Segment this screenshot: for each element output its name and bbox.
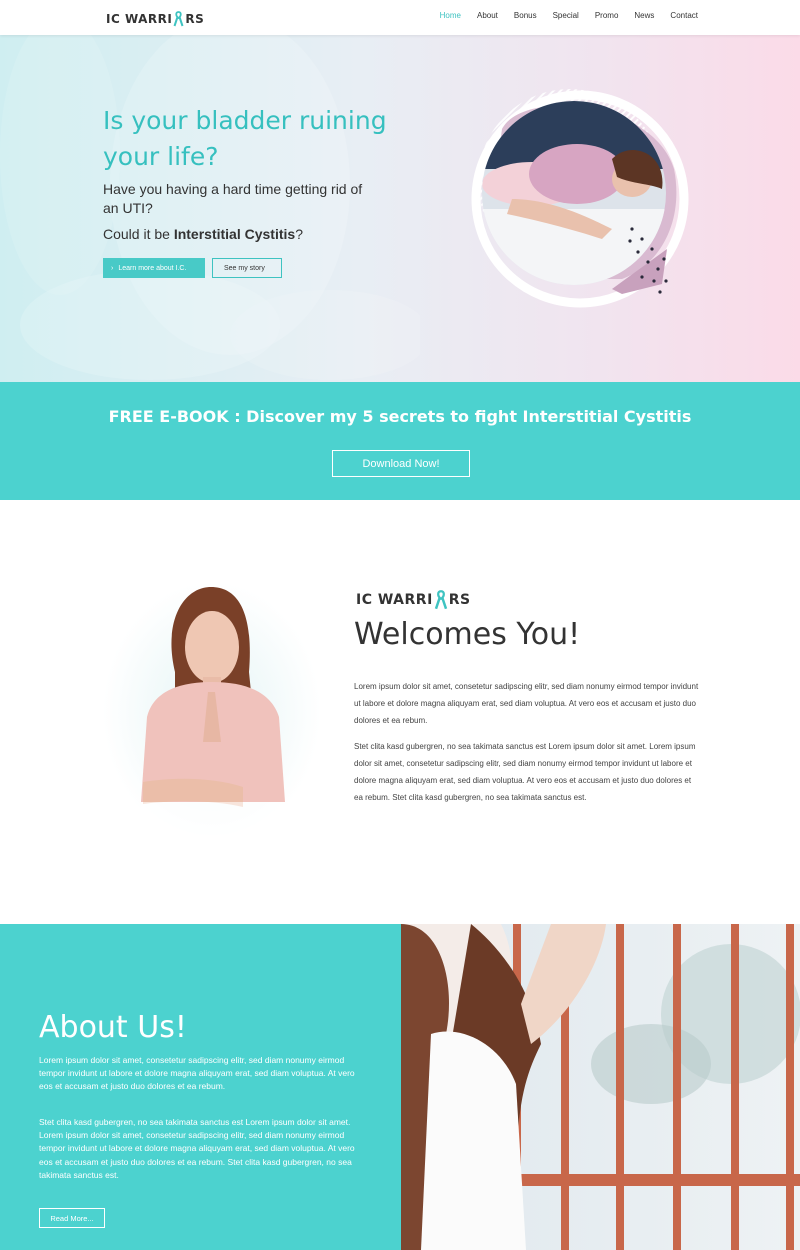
read-more-button[interactable]: Read More... bbox=[39, 1208, 105, 1228]
hero-question: Could it be Interstitial Cystitis? bbox=[103, 226, 303, 242]
see-my-story-button[interactable]: See my story bbox=[212, 258, 282, 278]
nav-item-contact[interactable]: Contact bbox=[670, 11, 698, 20]
hero-question-bold: Interstitial Cystitis bbox=[173, 226, 296, 242]
chevron-right-icon: › bbox=[111, 264, 114, 272]
welcome-logo-text-end: RS bbox=[448, 592, 471, 608]
nav-item-bonus[interactable]: Bonus bbox=[514, 11, 537, 20]
about-title: About Us! bbox=[39, 1010, 187, 1045]
learn-more-label: Learn more about I.C. bbox=[118, 264, 187, 272]
about-woman-photo bbox=[401, 924, 800, 1250]
main-menu: Home About Bonus Special Promo News Cont… bbox=[440, 11, 698, 20]
nav-item-special[interactable]: Special bbox=[553, 11, 579, 20]
nav-item-news[interactable]: News bbox=[634, 11, 654, 20]
welcome-paragraph-2: Stet clita kasd gubergren, no sea takima… bbox=[354, 742, 696, 802]
nav-item-home[interactable]: Home bbox=[440, 11, 461, 20]
logo-text: IC WARRI bbox=[106, 12, 173, 26]
ebook-banner: FREE E-BOOK : Discover my 5 secrets to f… bbox=[0, 382, 800, 500]
hero-subtitle: Have you having a hard time getting rid … bbox=[103, 181, 363, 216]
welcome-logo: IC WARRI RS bbox=[356, 590, 471, 610]
welcome-paragraph-1: Lorem ipsum dolor sit amet, consetetur s… bbox=[354, 682, 699, 725]
site-logo[interactable]: IC WARRI RS bbox=[106, 9, 204, 29]
founder-portrait-image bbox=[103, 582, 321, 842]
hero-question-suffix: ? bbox=[295, 226, 303, 242]
logo-text-end: RS bbox=[185, 12, 205, 26]
awareness-ribbon-icon bbox=[434, 590, 447, 610]
welcome-title: Welcomes You! bbox=[354, 617, 581, 652]
ebook-title: FREE E-BOOK : Discover my 5 secrets to f… bbox=[108, 407, 692, 426]
hero-woman-illustration bbox=[471, 89, 689, 308]
awareness-ribbon-icon bbox=[173, 11, 184, 27]
welcome-logo-text: IC WARRI bbox=[356, 592, 433, 608]
learn-more-button[interactable]: › Learn more about I.C. bbox=[103, 258, 205, 278]
about-section: About Us! Lorem ipsum dolor sit amet, co… bbox=[0, 924, 401, 1250]
nav-item-about[interactable]: About bbox=[477, 11, 498, 20]
about-paragraph-1: Lorem ipsum dolor sit amet, consetetur s… bbox=[39, 1055, 355, 1092]
top-navigation: IC WARRI RS Home About Bonus Special Pro… bbox=[0, 0, 800, 35]
about-paragraph-2: Stet clita kasd gubergren, no sea takima… bbox=[39, 1117, 355, 1180]
hero-title: Is your bladder ruining your life? bbox=[103, 106, 387, 171]
download-now-button[interactable]: Download Now! bbox=[332, 450, 470, 477]
hero-section: Is your bladder ruining your life? Have … bbox=[0, 35, 800, 382]
nav-item-promo[interactable]: Promo bbox=[595, 11, 619, 20]
hero-question-prefix: Could it be bbox=[103, 226, 174, 242]
